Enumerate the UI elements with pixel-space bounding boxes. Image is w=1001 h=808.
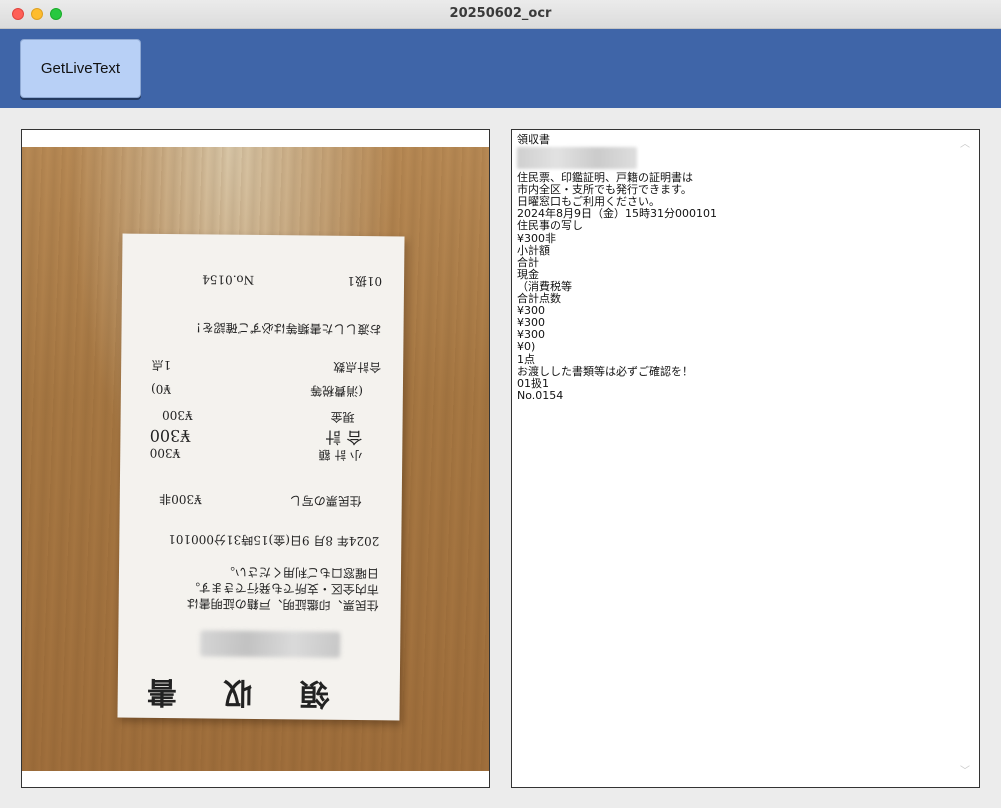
ocr-line: ¥300 (517, 304, 545, 318)
ocr-line: 小計額 (517, 243, 550, 257)
receipt-content: 領 収 書 住民票、印鑑証明、戸籍の証明書は 市内全区・支所でも発行できます。 … (117, 234, 404, 721)
app-window: 20250602_ocr GetLiveText 領 収 書 住民票、印鑑証明、… (0, 0, 1001, 808)
ocr-line: ¥300 (517, 316, 545, 330)
receipt-line: No.0154 (202, 272, 255, 287)
receipt-line: 合 計 (325, 427, 363, 448)
ocr-result: 領収書 住民票、印鑑証明、戸籍の証明書は 市内全区・支所でも発行できます。 日曜… (517, 133, 957, 402)
receipt-line: ¥300 (162, 407, 193, 423)
receipt-line: 現金 (330, 409, 355, 424)
receipt-line: 小 計 額 (318, 447, 363, 463)
get-live-text-button[interactable]: GetLiveText (20, 39, 141, 98)
window-title: 20250602_ocr (449, 6, 552, 21)
ocr-line: ¥300 (517, 328, 545, 342)
receipt-line: (消費税等 (310, 383, 363, 399)
ocr-line: 2024年8月9日（金）15時31分000101 (517, 207, 717, 221)
redacted-area (517, 147, 637, 170)
receipt-line: 2024年 8月 9日(金)15時31分000101 (168, 532, 380, 549)
receipt-heading: 領 収 書 (128, 673, 330, 711)
receipt-line: 住民票、印鑑証明、戸籍の証明書は (186, 596, 379, 613)
image-view[interactable]: 領 収 書 住民票、印鑑証明、戸籍の証明書は 市内全区・支所でも発行できます。 … (21, 129, 490, 788)
receipt-paper: 領 収 書 住民票、印鑑証明、戸籍の証明書は 市内全区・支所でも発行できます。 … (117, 233, 405, 721)
receipt-line: 日曜窓口もご利用ください。 (222, 564, 380, 581)
redacted-area (200, 630, 341, 658)
ocr-line: ¥300非 (517, 231, 556, 245)
ocr-line: お渡しした書類等は必ずご確認を！ (517, 364, 693, 378)
title-bar[interactable]: 20250602_ocr (0, 0, 1001, 29)
receipt-line: お渡しした書類等は必ずご確認を！ (189, 320, 382, 337)
receipt-line: ¥300非 (159, 491, 202, 507)
ocr-line: ¥0) (517, 340, 536, 354)
receipt-line: 市内全区・支所でも発行できます。 (187, 580, 379, 597)
ocr-line: 合計 (517, 255, 539, 269)
ocr-line: （消費税等 (517, 279, 572, 293)
receipt-line: 住民票の写し (289, 493, 362, 509)
ocr-text-area[interactable]: 領収書 住民票、印鑑証明、戸籍の証明書は 市内全区・支所でも発行できます。 日曜… (511, 129, 980, 788)
ocr-line: 合計点数 (517, 292, 561, 306)
toolbar: GetLiveText (0, 29, 1001, 108)
receipt-line: 1点 (151, 357, 172, 373)
receipt-line: ¥300 (149, 425, 191, 446)
receipt-line: ¥0) (150, 381, 171, 397)
chevron-up-icon[interactable]: ︿ (959, 140, 971, 150)
ocr-line: 1点 (517, 352, 535, 366)
receipt-photo: 領 収 書 住民票、印鑑証明、戸籍の証明書は 市内全区・支所でも発行できます。 … (22, 147, 489, 771)
receipt-line: 合計点数 (333, 359, 382, 375)
ocr-line: No.0154 (517, 388, 564, 402)
receipt-line: ¥300 (149, 445, 181, 461)
receipt-line: 01扱1 (347, 273, 383, 289)
ocr-line: 領収書 (517, 133, 550, 146)
ocr-line: 01扱1 (517, 376, 549, 390)
ocr-line: 住民事の写し (517, 219, 583, 233)
chevron-down-icon[interactable]: ﹀ (959, 767, 971, 777)
ocr-line: 現金 (517, 267, 539, 281)
